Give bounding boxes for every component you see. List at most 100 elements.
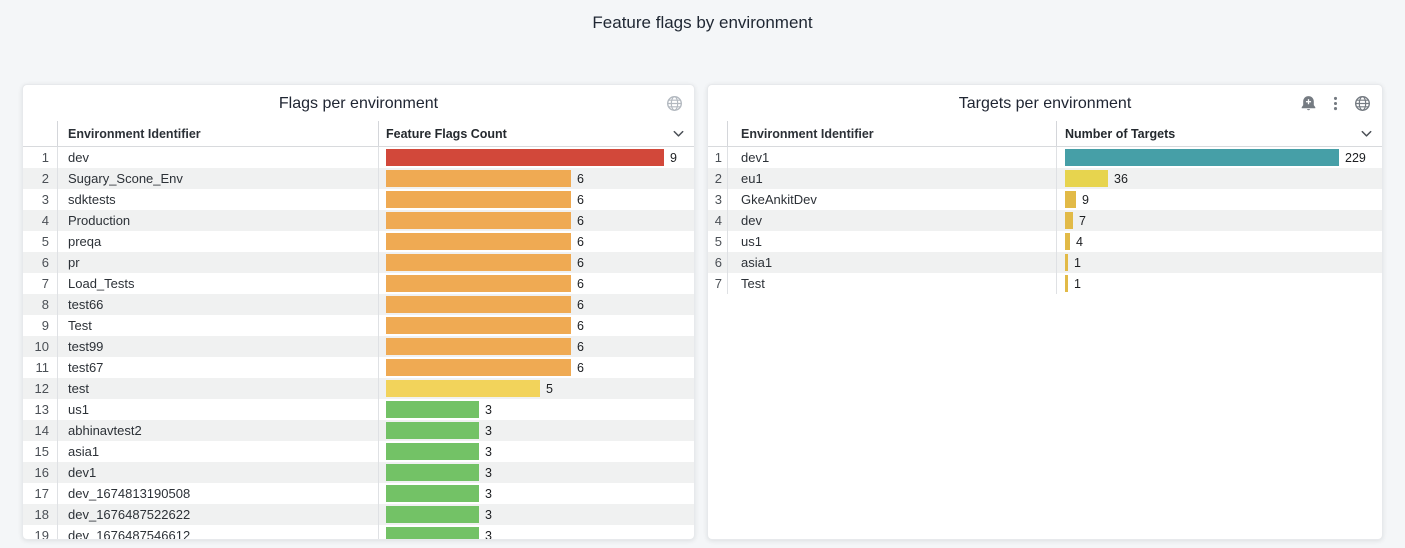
environment-name: GkeAnkitDev [727,189,1056,210]
table-row: 17dev_16748131905083 [23,483,694,504]
table-row: 12test5 [23,378,694,399]
bar-cell: 3 [378,525,694,540]
value-bar [1065,212,1073,229]
environment-name: dev [57,147,378,168]
row-number: 13 [23,399,57,420]
column-header-number-of-targets[interactable]: Number of Targets [1056,121,1382,146]
environment-name: Load_Tests [57,273,378,294]
value-bar [386,338,571,355]
column-header-environment-identifier[interactable]: Environment Identifier [727,121,1056,146]
bar-value-label: 3 [485,403,492,417]
row-number: 7 [708,273,727,294]
bar-cell: 6 [378,294,694,315]
bar-value-label: 6 [577,361,584,375]
environment-name: dev_1676487522622 [57,504,378,525]
value-bar [386,443,479,460]
value-bar [386,233,571,250]
table-row: 4dev7 [708,210,1382,231]
bar-cell: 3 [378,399,694,420]
value-bar [386,527,479,540]
value-bar [386,296,571,313]
table-body: 1dev12292eu1363GkeAnkitDev94dev75us146as… [708,147,1382,294]
table-row: 8test666 [23,294,694,315]
environment-name: test67 [57,357,378,378]
table-row: 3GkeAnkitDev9 [708,189,1382,210]
bar-value-label: 6 [577,298,584,312]
environment-name: us1 [57,399,378,420]
bar-value-label: 1 [1074,277,1081,291]
bar-value-label: 4 [1076,235,1083,249]
table-row: 1dev1 229 [708,147,1382,168]
row-number: 4 [708,210,727,231]
table-row: 13us1 3 [23,399,694,420]
environment-name: Sugary_Scone_Env [57,168,378,189]
table-row: 6pr6 [23,252,694,273]
panel-title[interactable]: Flags per environment [23,85,694,122]
table-row: 9Test6 [23,315,694,336]
table-row: 6asia11 [708,252,1382,273]
bar-value-label: 1 [1074,256,1081,270]
panel-header: Targets per environment [708,85,1382,121]
environment-name: dev1 [727,147,1056,168]
table-row: 19dev_16764875466123 [23,525,694,540]
value-bar [386,254,571,271]
panel-title[interactable]: Targets per environment [708,85,1382,122]
bar-cell: 6 [378,252,694,273]
row-number: 15 [23,441,57,462]
row-number: 2 [23,168,57,189]
dashboard-title: Feature flags by environment [0,0,1405,33]
value-bar [386,170,571,187]
chevron-down-icon[interactable] [671,126,686,141]
row-number: 6 [23,252,57,273]
value-bar [1065,233,1070,250]
row-number: 17 [23,483,57,504]
environment-name: Test [727,273,1056,294]
value-bar [386,359,571,376]
kebab-menu-icon[interactable] [1327,95,1344,112]
bar-value-label: 3 [485,508,492,522]
row-number: 5 [708,231,727,252]
table-row: 3sdktests6 [23,189,694,210]
value-bar [1065,170,1108,187]
chevron-down-icon[interactable] [1359,126,1374,141]
bar-value-label: 9 [1082,193,1089,207]
row-number-header [23,121,57,146]
bar-cell: 1 [1056,252,1382,273]
table-row: 7Load_Tests6 [23,273,694,294]
bar-cell: 6 [378,315,694,336]
environment-name: test66 [57,294,378,315]
bar-value-label: 7 [1079,214,1086,228]
bar-value-label: 3 [485,529,492,541]
row-number: 1 [23,147,57,168]
value-bar [386,317,571,334]
value-bar [386,380,540,397]
bar-cell: 7 [1056,210,1382,231]
bar-cell: 229 [1056,147,1382,168]
bar-value-label: 6 [577,172,584,186]
table-row: 4Production6 [23,210,694,231]
value-bar [386,422,479,439]
column-header-environment-identifier[interactable]: Environment Identifier [57,121,378,146]
row-number: 2 [708,168,727,189]
bar-cell: 3 [378,504,694,525]
environment-name: dev1 [57,462,378,483]
row-number: 11 [23,357,57,378]
bar-cell: 6 [378,231,694,252]
bar-cell: 36 [1056,168,1382,189]
bar-value-label: 3 [485,487,492,501]
table-row: 2Sugary_Scone_Env 6 [23,168,694,189]
bar-cell: 3 [378,441,694,462]
row-number: 1 [708,147,727,168]
globe-icon[interactable] [666,95,683,112]
globe-icon[interactable] [1354,95,1371,112]
value-bar [386,149,664,166]
table-row: 18dev_16764875226223 [23,504,694,525]
panel-header: Flags per environment [23,85,694,121]
environment-name: asia1 [727,252,1056,273]
bar-value-label: 229 [1345,151,1366,165]
bar-value-label: 6 [577,340,584,354]
column-header-feature-flags-count[interactable]: Feature Flags Count [378,121,694,146]
bar-value-label: 3 [485,445,492,459]
bar-cell: 6 [378,189,694,210]
bell-plus-icon[interactable] [1300,95,1317,112]
